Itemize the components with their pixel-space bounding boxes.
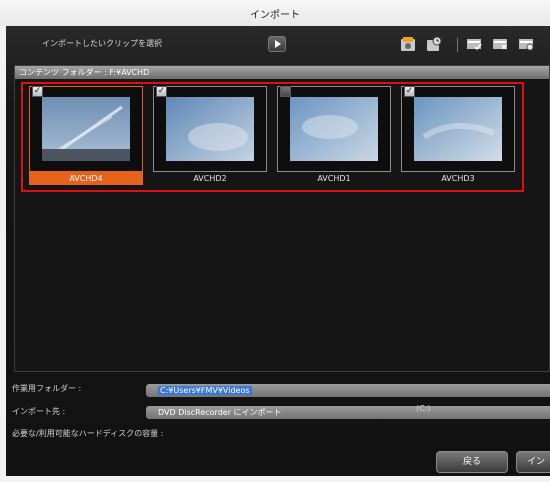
uncheck-all-icon[interactable] [492,36,508,52]
clip-preview-image [290,97,378,161]
clip-label: AVCHD4 [29,172,143,185]
clip-checkbox[interactable]: ✓ [32,86,43,97]
content-folder-path: コンテンツ フォルダー : F:¥AVCHD [19,68,150,77]
clip-thumbnail-avchd4[interactable]: ✓ AVCHD4 [29,86,143,185]
import-disc-icon[interactable] [400,36,416,52]
play-button[interactable] [268,36,286,52]
clip-label: AVCHD3 [441,174,475,183]
import-destination-value: DVD DiscRecorder にインポート [158,408,282,417]
work-folder-label: 作業用フォルダー : [12,384,82,393]
title-bar[interactable]: インポート [0,0,550,26]
clip-checkbox[interactable]: ✓ [404,86,415,97]
clip-label: AVCHD2 [193,174,227,183]
check-all-icon[interactable] [466,36,482,52]
clip-thumbnail-avchd1[interactable]: AVCHD1 [277,86,391,183]
clip-preview-image [166,97,254,161]
import-button[interactable]: イン [516,451,550,473]
clip-checkbox[interactable] [280,86,291,97]
clip-label: AVCHD1 [317,174,351,183]
import-schedule-icon[interactable] [426,36,442,52]
clip-checkbox[interactable]: ✓ [156,86,167,97]
drive-label: (C:) [416,404,431,413]
import-dialog-body: インポートしたいクリップを選択 コンテンツ フォルダー: F:¥AVCHD ✓… [6,26,550,476]
clip-thumbnail-avchd2[interactable]: ✓ AVCHD2 [153,86,267,183]
back-button[interactable]: 戻る [436,451,508,473]
panel-header: コンテンツ フォルダー : F:¥AVCHD [15,66,549,79]
thumbnail-frame: ✓ [29,86,143,172]
clip-thumbnail-avchd3[interactable]: ✓ AVCHD3 [401,86,515,183]
thumbnail-frame: ✓ [401,86,515,172]
window-title: インポート [250,10,300,21]
import-window: インポート インポートしたいクリップを選択 コンテンツ フォルダー: F:¥A… [0,0,550,482]
window-bottom-border [0,476,550,482]
settings-icon[interactable] [518,36,534,52]
clip-preview-image [42,97,130,161]
import-destination-field[interactable]: DVD DiscRecorder にインポート [146,406,550,419]
import-to-label: インポート先 : [12,407,66,416]
content-folder-panel: コンテンツ フォルダー : F:¥AVCHD ✓ AVCHD4 ✓ AVCHD2… [14,65,550,372]
toolbar-separator [457,38,458,52]
clip-preview-image [414,97,502,161]
thumbnail-frame: ✓ [153,86,267,172]
work-folder-value: C:¥Users¥FMV¥Videos [158,386,252,395]
work-folder-field[interactable]: C:¥Users¥FMV¥Videos [146,384,550,397]
disk-capacity-label: 必要な/利用可能なハードディスクの容量 : [12,429,164,438]
instruction-text: インポートしたいクリップを選択 [42,39,162,48]
thumbnail-frame [277,86,391,172]
